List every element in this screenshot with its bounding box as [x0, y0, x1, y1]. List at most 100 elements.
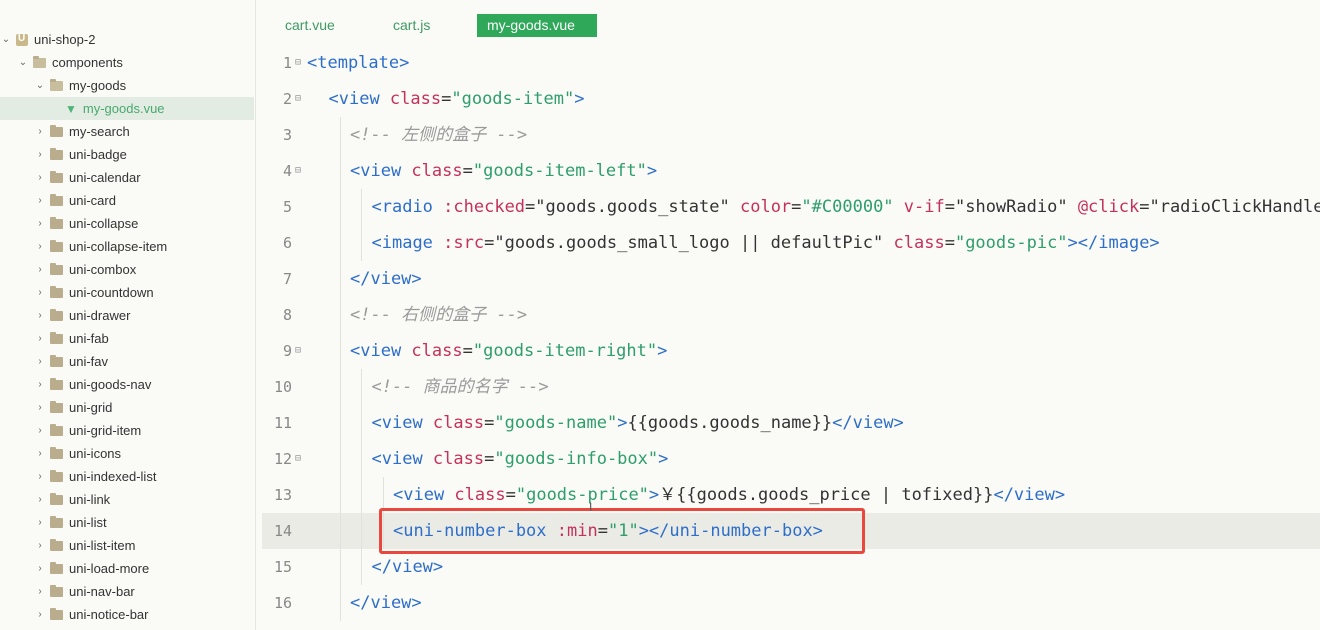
chevron-down-icon[interactable]: ⌄	[34, 80, 46, 91]
code-line[interactable]: 3 <!-- 左侧的盒子 -->	[262, 117, 1320, 153]
tree-item[interactable]: › uni-badge	[0, 143, 254, 166]
chevron-right-icon[interactable]: ›	[34, 609, 46, 620]
code-line[interactable]: 12 ⊟ <view class="goods-info-box">	[262, 441, 1320, 477]
fold-toggle-icon[interactable]: ⊟	[295, 81, 301, 117]
chevron-right-icon[interactable]: ›	[34, 540, 46, 551]
tree-item[interactable]: › my-search	[0, 120, 254, 143]
code-line[interactable]: 1 ⊟ <template>	[262, 45, 1320, 81]
chevron-right-icon[interactable]: ›	[34, 586, 46, 597]
code-line[interactable]: 9 ⊟ <view class="goods-item-right">	[262, 333, 1320, 369]
chevron-right-icon[interactable]: ›	[34, 149, 46, 160]
fold-toggle-icon[interactable]: ⊟	[295, 441, 301, 477]
tree-item[interactable]: › uni-combox	[0, 258, 254, 281]
fold-toggle-icon[interactable]: ⊟	[295, 45, 301, 81]
chevron-right-icon[interactable]: ›	[34, 517, 46, 528]
tree-item[interactable]: › uni-nav-bar	[0, 580, 254, 603]
code-line[interactable]: 2 ⊟ <view class="goods-item">	[262, 81, 1320, 117]
code-line[interactable]: 7 </view>	[262, 261, 1320, 297]
chevron-right-icon[interactable]: ›	[34, 563, 46, 574]
chevron-right-icon[interactable]: ›	[34, 425, 46, 436]
indent-guide	[339, 225, 341, 261]
tree-item[interactable]: › uni-notice-bar	[0, 603, 254, 626]
tree-item[interactable]: › uni-drawer	[0, 304, 254, 327]
code-line[interactable]: 11 <view class="goods-name">{{goods.goods…	[262, 405, 1320, 441]
chevron-right-icon[interactable]: ›	[34, 333, 46, 344]
chevron-right-icon[interactable]: ›	[34, 195, 46, 206]
indent-guide	[361, 513, 362, 549]
indent-guide	[361, 441, 362, 477]
tree-item[interactable]: › uni-grid	[0, 396, 254, 419]
chevron-right-icon[interactable]: ›	[34, 379, 46, 390]
chevron-right-icon[interactable]: ›	[34, 356, 46, 367]
tab-cart-vue[interactable]: cart.vue	[275, 14, 345, 36]
code-line[interactable]: 5 <radio :checked="goods.goods_state" col…	[262, 189, 1320, 225]
tree-item[interactable]: › uni-list-item	[0, 534, 254, 557]
chevron-down-icon[interactable]: ⌄	[0, 34, 12, 45]
line-number: 3	[282, 126, 292, 144]
tree-item[interactable]: ⌄ components	[0, 51, 254, 74]
tree-item[interactable]: › uni-fab	[0, 327, 254, 350]
chevron-right-icon[interactable]: ›	[34, 402, 46, 413]
fold-toggle-icon[interactable]: ⊟	[295, 153, 301, 189]
code-line[interactable]: 6 <image :src="goods.goods_small_logo || …	[262, 225, 1320, 261]
code-token: </view>	[350, 269, 422, 289]
chevron-right-icon[interactable]: ›	[34, 471, 46, 482]
tree-item[interactable]: › uni-countdown	[0, 281, 254, 304]
code-token: "goods-item"	[451, 89, 575, 109]
line-number: 2	[282, 90, 292, 108]
chevron-right-icon[interactable]: ›	[34, 172, 46, 183]
tree-item[interactable]: › uni-link	[0, 488, 254, 511]
chevron-right-icon[interactable]: ›	[34, 126, 46, 137]
chevron-right-icon[interactable]: ›	[34, 218, 46, 229]
tab-cart-js[interactable]: cart.js	[383, 14, 440, 36]
code-text: <view class="goods-item-left">	[350, 153, 657, 189]
tree-item[interactable]: › uni-calendar	[0, 166, 254, 189]
tab-my-goods-vue[interactable]: my-goods.vue	[477, 14, 597, 37]
tree-item-label: uni-indexed-list	[69, 469, 157, 484]
code-text: </view>	[372, 549, 444, 585]
tree-item[interactable]: ⌄ my-goods	[0, 74, 254, 97]
folder-icon	[50, 285, 63, 298]
code-line[interactable]: 4 ⊟ <view class="goods-item-left">	[262, 153, 1320, 189]
code-line[interactable]: 8 <!-- 右侧的盒子 -->	[262, 297, 1320, 333]
tree-item-label: uni-card	[69, 193, 116, 208]
code-token: <view	[371, 449, 433, 469]
project-name: uni-shop-2	[34, 32, 96, 47]
tree-item[interactable]: › uni-list	[0, 511, 254, 534]
code-line[interactable]: 10 <!-- 商品的名字 -->	[262, 369, 1320, 405]
tree-item-label: uni-notice-bar	[69, 607, 149, 622]
code-token: :src	[443, 233, 485, 253]
code-text: <radio :checked="goods.goods_state" colo…	[372, 189, 1320, 225]
tree-item[interactable]: › uni-collapse-item	[0, 235, 254, 258]
folder-icon	[50, 239, 63, 252]
tree-item[interactable]: › uni-indexed-list	[0, 465, 254, 488]
chevron-right-icon[interactable]: ›	[34, 310, 46, 321]
project-icon	[16, 33, 28, 46]
chevron-right-icon[interactable]: ›	[34, 241, 46, 252]
tree-project-root[interactable]: ⌄ uni-shop-2	[0, 28, 254, 51]
tree-item[interactable]: › uni-collapse	[0, 212, 254, 235]
code-token: </view>	[832, 413, 904, 433]
code-token: ="goods.goods_small_logo || defaultPic"	[484, 233, 894, 253]
fold-toggle-icon[interactable]: ⊟	[295, 333, 301, 369]
chevron-right-icon[interactable]: ›	[34, 264, 46, 275]
code-token: <image	[371, 233, 444, 253]
tree-item[interactable]: › uni-grid-item	[0, 419, 254, 442]
chevron-right-icon[interactable]: ›	[34, 494, 46, 505]
sidebar-divider	[255, 0, 256, 630]
tree-item[interactable]: › uni-icons	[0, 442, 254, 465]
tree-item[interactable]: › uni-goods-nav	[0, 373, 254, 396]
tree-item[interactable]: › uni-load-more	[0, 557, 254, 580]
indent-guide	[339, 297, 341, 333]
chevron-down-icon[interactable]: ⌄	[17, 57, 29, 68]
code-text: <template>	[307, 45, 409, 81]
chevron-right-icon[interactable]: ›	[34, 287, 46, 298]
line-number: 6	[282, 234, 292, 252]
chevron-right-icon[interactable]: ›	[34, 448, 46, 459]
code-line[interactable]: 16 </view>	[262, 585, 1320, 621]
tree-item[interactable]: › uni-card	[0, 189, 254, 212]
tree-item[interactable]: ▼ my-goods.vue	[0, 97, 254, 120]
code-line[interactable]: 15 </view>	[262, 549, 1320, 585]
tree-item[interactable]: › uni-fav	[0, 350, 254, 373]
folder-icon	[50, 377, 63, 390]
